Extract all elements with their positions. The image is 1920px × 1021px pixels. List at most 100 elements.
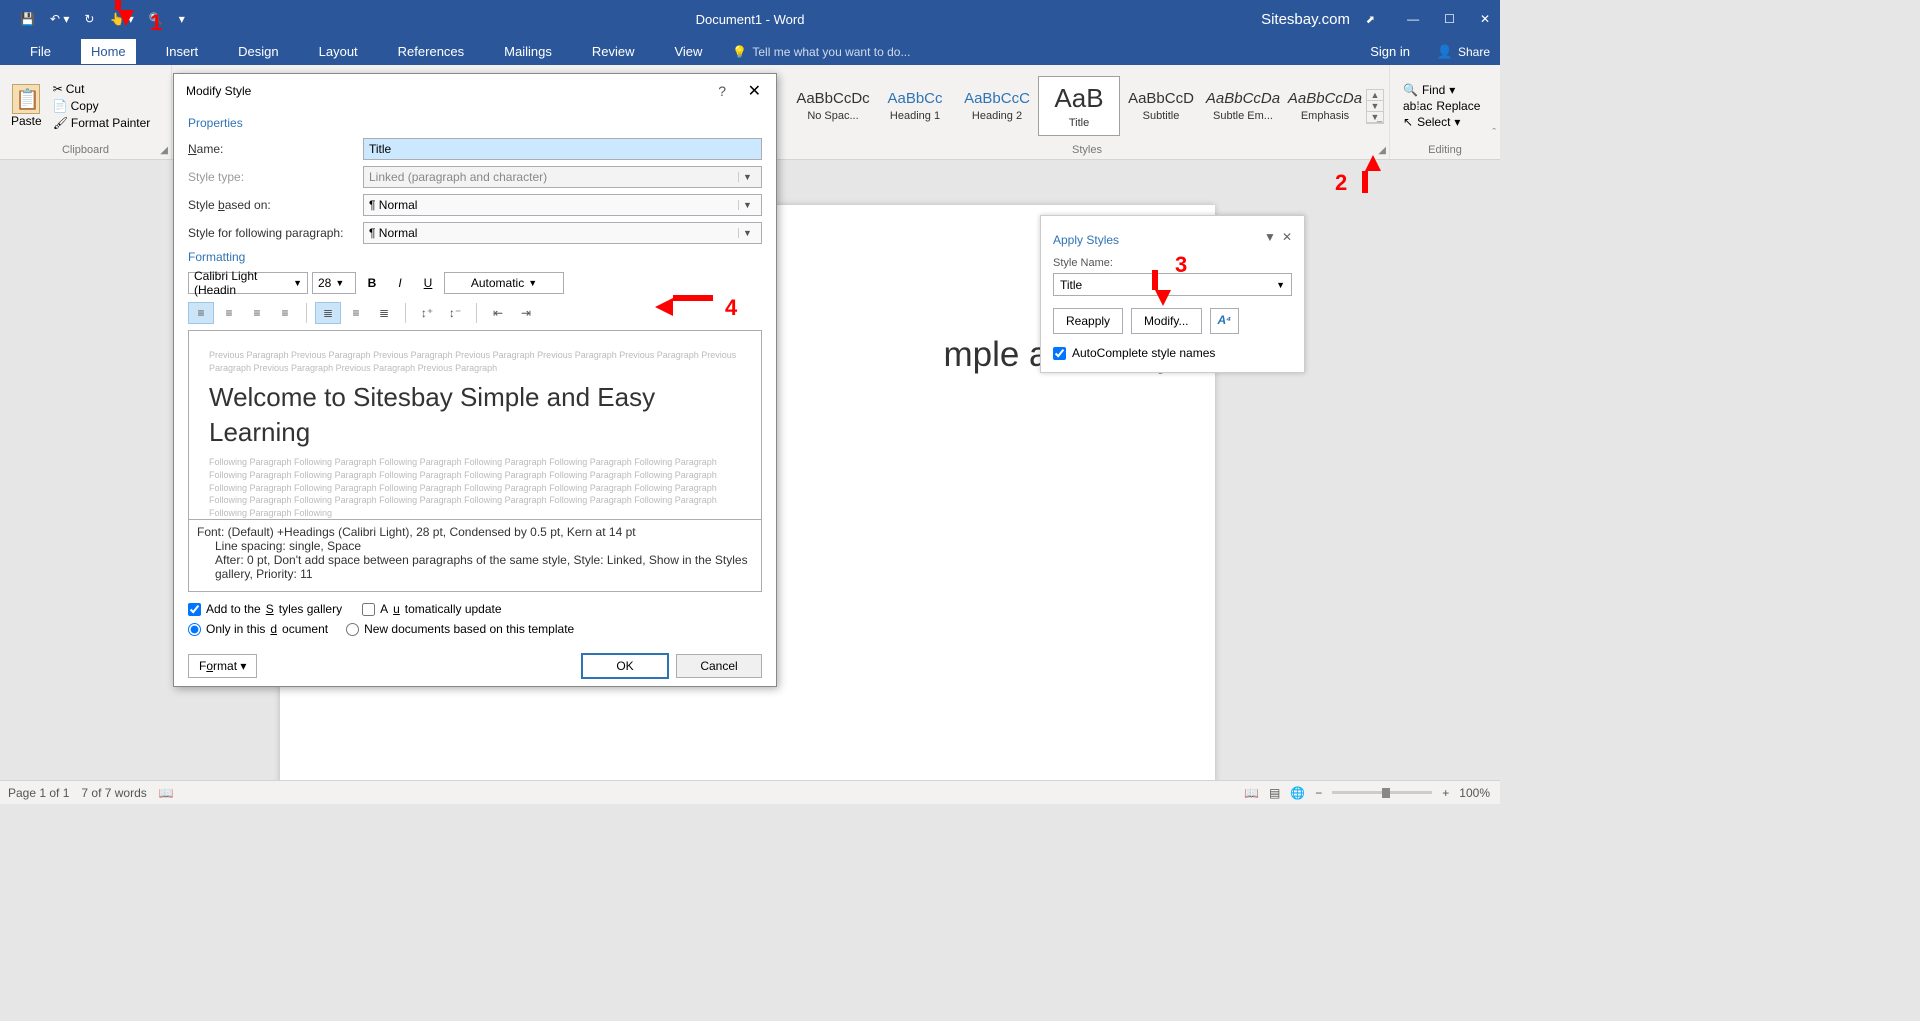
indent-decrease-button[interactable]: ⇤ <box>485 302 511 324</box>
redo-icon[interactable]: ↻ <box>84 12 94 26</box>
apply-styles-pane: Apply Styles ▼✕ Style Name: Title▼ Reapp… <box>1040 215 1305 373</box>
page-count-label[interactable]: Page 1 of 1 <box>8 786 69 800</box>
tab-review[interactable]: Review <box>582 39 645 64</box>
preview-previous-text: Previous Paragraph Previous Paragraph Pr… <box>209 349 741 374</box>
editing-group: 🔍 Find ▾ ab⁞ac Replace ↖ Select ▾ Editin… <box>1390 65 1500 159</box>
zoom-level[interactable]: 100% <box>1459 786 1490 800</box>
indent-increase-button[interactable]: ⇥ <box>513 302 539 324</box>
styles-group: AaBbCcDcNo Spac...AaBbCcHeading 1AaBbCcC… <box>785 65 1390 159</box>
align-right-button[interactable]: ≡ <box>244 302 270 324</box>
spacing-double-button[interactable]: ≣ <box>371 302 397 324</box>
select-button[interactable]: ↖ Select ▾ <box>1403 115 1480 129</box>
styles-pane-icon[interactable]: A⁴ <box>1210 308 1240 334</box>
styles-scroll-up-icon[interactable]: ▲ <box>1367 90 1383 101</box>
font-select[interactable]: Calibri Light (Headin▼ <box>188 272 308 294</box>
font-color-select[interactable]: Automatic▼ <box>444 272 564 294</box>
style-item-title[interactable]: AaBTitle <box>1038 76 1120 136</box>
para-space-increase-button[interactable]: ↕⁺ <box>414 302 440 324</box>
tab-layout[interactable]: Layout <box>309 39 368 64</box>
tab-home[interactable]: Home <box>81 39 136 64</box>
tab-view[interactable]: View <box>664 39 712 64</box>
style-item-subtitle[interactable]: AaBbCcDSubtitle <box>1120 76 1202 136</box>
find-button[interactable]: 🔍 Find ▾ <box>1403 83 1480 97</box>
style-item-subtle-em-[interactable]: AaBbCcDaSubtle Em... <box>1202 76 1284 136</box>
apply-styles-close-icon[interactable]: ✕ <box>1282 230 1292 244</box>
clipboard-group-label: Clipboard <box>5 144 166 156</box>
following-select[interactable]: ¶ Normal▼ <box>363 222 762 244</box>
align-center-button[interactable]: ≡ <box>216 302 242 324</box>
formatting-heading: Formatting <box>188 250 762 264</box>
replace-button[interactable]: ab⁞ac Replace <box>1403 99 1480 113</box>
touch-mode-icon[interactable]: 👆 ▾ <box>109 12 133 26</box>
sign-in-link[interactable]: Sign in <box>1370 44 1410 59</box>
auto-update-checkbox[interactable]: Automatically update <box>362 602 501 616</box>
share-button[interactable]: 👤 Share <box>1437 44 1490 60</box>
styles-dialog-launcher-icon[interactable]: ◢ <box>1378 145 1386 156</box>
para-space-decrease-button[interactable]: ↕⁻ <box>442 302 468 324</box>
restore-up-icon[interactable]: ⬈ <box>1366 13 1375 26</box>
based-on-label: Style based on: <box>188 198 363 212</box>
styles-scroll-down-icon[interactable]: ▼ <box>1367 101 1383 112</box>
undo-icon[interactable]: ↶ ▾ <box>50 12 69 26</box>
quick-access-toolbar: 💾 ↶ ▾ ↻ 👆 ▾ 🔍 ▾ <box>0 12 185 26</box>
reapply-button[interactable]: Reapply <box>1053 308 1123 334</box>
modify-button[interactable]: Modify... <box>1131 308 1201 334</box>
qat-customize-icon[interactable]: ▾ <box>179 12 185 26</box>
style-item-emphasis[interactable]: AaBbCcDaEmphasis <box>1284 76 1366 136</box>
styles-expand-icon[interactable]: ▼̲ <box>1367 112 1383 123</box>
print-preview-icon[interactable]: 🔍 <box>149 12 164 26</box>
style-description: Font: (Default) +Headings (Calibri Light… <box>188 520 762 592</box>
tell-me-search[interactable]: 💡 Tell me what you want to do... <box>732 45 910 59</box>
underline-button[interactable]: U <box>416 272 440 294</box>
collapse-ribbon-icon[interactable]: ˆ <box>1492 127 1496 139</box>
style-item-heading-1[interactable]: AaBbCcHeading 1 <box>874 76 956 136</box>
proofing-icon[interactable]: 📖 <box>159 786 174 800</box>
align-left-button[interactable]: ≡ <box>188 302 214 324</box>
close-button[interactable]: ✕ <box>1480 12 1490 26</box>
cut-button[interactable]: ✂ Cut <box>53 82 151 96</box>
dialog-help-icon[interactable]: ? <box>718 83 726 99</box>
maximize-button[interactable]: ☐ <box>1444 12 1455 26</box>
styles-group-label: Styles <box>790 144 1384 156</box>
spacing-single-button[interactable]: ≣ <box>315 302 341 324</box>
spacing-onehalf-button[interactable]: ≡ <box>343 302 369 324</box>
style-name-select[interactable]: Title▼ <box>1053 273 1292 296</box>
ok-button[interactable]: OK <box>582 654 668 678</box>
new-documents-radio[interactable]: New documents based on this template <box>346 622 574 636</box>
tab-references[interactable]: References <box>388 39 474 64</box>
style-item-no-spac-[interactable]: AaBbCcDcNo Spac... <box>792 76 874 136</box>
tab-insert[interactable]: Insert <box>156 39 209 64</box>
align-justify-button[interactable]: ≡ <box>272 302 298 324</box>
copy-button[interactable]: 📄 Copy <box>53 99 151 113</box>
name-label: Name: <box>188 142 363 156</box>
tab-file[interactable]: File <box>20 39 61 64</box>
format-dropdown-button[interactable]: Format ▾ <box>188 654 257 678</box>
cancel-button[interactable]: Cancel <box>676 654 762 678</box>
print-layout-icon[interactable]: ▤ <box>1269 786 1280 800</box>
zoom-out-button[interactable]: − <box>1315 786 1322 800</box>
apply-styles-dropdown-icon[interactable]: ▼ <box>1264 230 1276 244</box>
font-size-select[interactable]: 28▼ <box>312 272 356 294</box>
add-to-gallery-checkbox[interactable]: Add to the Styles gallery <box>188 602 342 616</box>
save-icon[interactable]: 💾 <box>20 12 35 26</box>
based-on-select[interactable]: ¶ Normal▼ <box>363 194 762 216</box>
style-item-heading-2[interactable]: AaBbCcCHeading 2 <box>956 76 1038 136</box>
minimize-button[interactable]: — <box>1407 12 1419 26</box>
paste-button[interactable]: Paste <box>5 81 48 131</box>
dialog-close-icon[interactable]: ✕ <box>748 81 761 101</box>
window-title: Document1 - Word <box>696 12 805 27</box>
clipboard-dialog-launcher-icon[interactable]: ◢ <box>160 145 168 156</box>
format-painter-button[interactable]: 🖌 Format Painter <box>53 116 151 130</box>
word-count-label[interactable]: 7 of 7 words <box>81 786 146 800</box>
tab-mailings[interactable]: Mailings <box>494 39 562 64</box>
bold-button[interactable]: B <box>360 272 384 294</box>
name-input[interactable] <box>363 138 762 160</box>
zoom-in-button[interactable]: + <box>1442 786 1449 800</box>
web-layout-icon[interactable]: 🌐 <box>1290 786 1305 800</box>
autocomplete-checkbox[interactable]: AutoComplete style names <box>1053 346 1292 360</box>
zoom-slider[interactable] <box>1332 791 1432 794</box>
tab-design[interactable]: Design <box>228 39 288 64</box>
only-this-document-radio[interactable]: Only in this document <box>188 622 328 636</box>
italic-button[interactable]: I <box>388 272 412 294</box>
read-mode-icon[interactable]: 📖 <box>1244 786 1259 800</box>
